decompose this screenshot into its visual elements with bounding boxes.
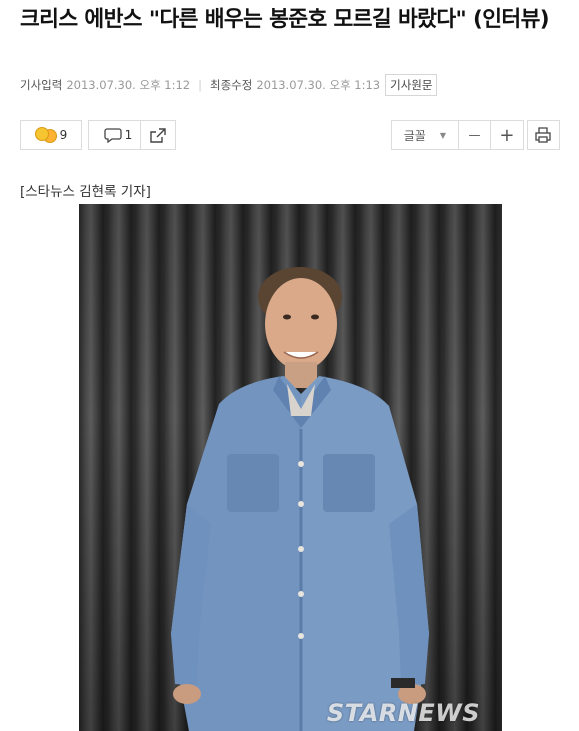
- reaction-button[interactable]: 9: [20, 120, 82, 150]
- meta-divider: |: [198, 78, 202, 92]
- minus-icon: —: [468, 128, 481, 142]
- input-time: 2013.07.30. 오후 1:12: [66, 78, 191, 92]
- font-increase-button[interactable]: +: [490, 120, 524, 150]
- person-figure: [171, 267, 429, 731]
- input-label: 기사입력: [20, 78, 63, 92]
- share-icon: [150, 127, 166, 143]
- print-icon: [535, 127, 551, 143]
- reporter-byline: [스타뉴스 김현록 기자]: [20, 184, 151, 200]
- comment-count: 1: [124, 128, 133, 142]
- article-title: 크리스 에반스 "다른 배우는 봉준호 모르길 바랐다" (인터뷰): [20, 7, 550, 32]
- starnews-watermark: STARNEWS: [326, 699, 480, 727]
- font-select[interactable]: 글꼴 ▼: [391, 120, 459, 150]
- modified-time: 2013.07.30. 오후 1:13: [256, 78, 381, 92]
- print-button[interactable]: [526, 120, 560, 150]
- font-label: 글꼴: [403, 128, 426, 143]
- plus-icon: +: [499, 124, 515, 146]
- comment-button[interactable]: 1: [88, 120, 148, 150]
- font-decrease-button[interactable]: —: [457, 120, 492, 150]
- original-article-button[interactable]: 기사원문: [385, 74, 438, 96]
- modified-label: 최종수정: [210, 78, 253, 92]
- article-meta: 기사입력 2013.07.30. 오후 1:12 | 최종수정 2013.07.…: [20, 74, 438, 96]
- article-toolbar: 9 1 글꼴 ▼ — +: [20, 120, 560, 152]
- font-controls: 글꼴 ▼ — +: [391, 120, 560, 150]
- reaction-count: 9: [59, 128, 68, 142]
- comment-icon: [104, 128, 122, 143]
- article-photo: STARNEWS: [79, 204, 502, 731]
- caret-down-icon: ▼: [439, 130, 446, 140]
- emoji-reaction-icon: [34, 124, 57, 146]
- share-button[interactable]: [140, 120, 176, 150]
